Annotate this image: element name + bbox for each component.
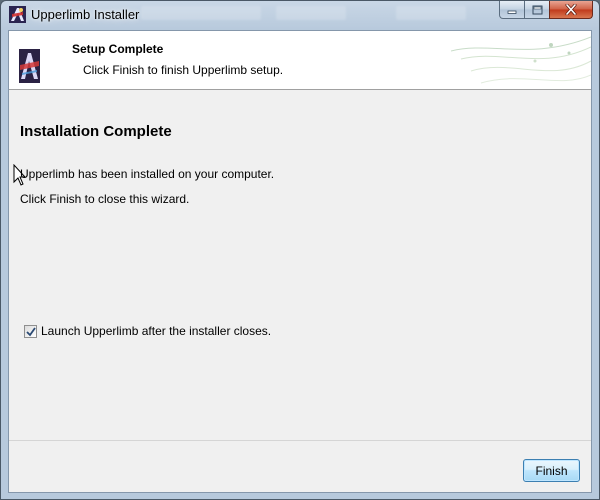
- checkmark-icon: [26, 326, 36, 336]
- wizard-client-area: Setup Complete Click Finish to finish Up…: [8, 30, 592, 493]
- background-window-ghost: [276, 6, 346, 20]
- minimize-button[interactable]: [499, 1, 525, 19]
- close-button[interactable]: [549, 1, 593, 19]
- minimize-icon: [507, 10, 517, 14]
- header-title: Setup Complete: [72, 42, 164, 56]
- finish-button[interactable]: Finish: [523, 459, 580, 482]
- wizard-header: Setup Complete Click Finish to finish Up…: [9, 31, 591, 90]
- upperlimb-app-icon: [9, 6, 26, 23]
- title-bar[interactable]: Upperlimb Installer: [1, 1, 599, 29]
- close-instruction: Click Finish to close this wizard.: [20, 192, 190, 206]
- launch-checkbox-label: Launch Upperlimb after the installer clo…: [41, 324, 272, 338]
- launch-checkbox[interactable]: [24, 324, 37, 338]
- installation-heading: Installation Complete: [20, 123, 172, 140]
- launch-option[interactable]: Launch Upperlimb after the installer clo…: [24, 324, 271, 338]
- header-decoration: [451, 36, 591, 84]
- caption-buttons: [499, 1, 593, 21]
- upperlimb-logo: [19, 49, 40, 83]
- maximize-button[interactable]: [524, 1, 550, 19]
- installed-message: Upperlimb has been installed on your com…: [20, 167, 275, 181]
- window-title: Upperlimb Installer: [31, 7, 140, 22]
- background-window-ghost: [396, 6, 466, 20]
- installer-window: Upperlimb Installer Setup Complete Click…: [0, 0, 600, 500]
- background-window-ghost: [141, 6, 261, 20]
- footer-divider: [9, 440, 591, 441]
- maximize-icon: [532, 5, 542, 14]
- close-icon: [565, 4, 577, 15]
- header-subtitle: Click Finish to finish Upperlimb setup.: [83, 63, 284, 77]
